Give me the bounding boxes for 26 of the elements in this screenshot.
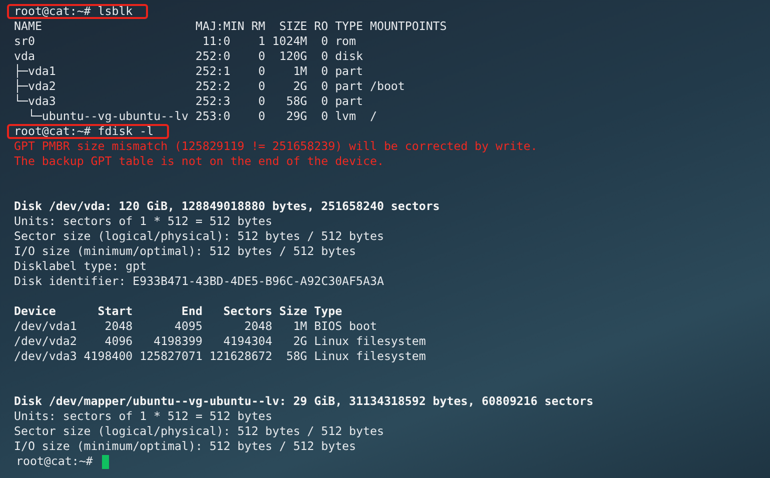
output-line: Sector size (logical/physical): 512 bytes / 512 bytes <box>13 229 384 244</box>
output-line: Disklabel type: gpt <box>13 259 147 274</box>
error-message: The backup GPT table is not on the end of the device. <box>13 154 384 169</box>
output-line: I/O size (minimum/optimal): 512 bytes / 512 bytes <box>13 439 356 454</box>
output-line: └─ubuntu--vg-ubuntu--lv 253:0 0 29G 0 lvm / <box>26 109 377 124</box>
output-line: /dev/vda1 2048 4095 2048 1M BIOS boot <box>13 319 377 334</box>
output-line: Disk identifier: E933B471-43BD-4DE5-B96C-A92C30AF5A3A <box>13 274 384 289</box>
output-line: Units: sectors of 1 * 512 = 512 bytes <box>13 409 272 424</box>
command-prompt: root@cat:~# <box>15 453 94 470</box>
output-line: Sector size (logical/physical): 512 bytes / 512 bytes <box>13 424 384 439</box>
highlighted-command: root@cat:~# lsblk <box>7 4 148 19</box>
output-line: I/O size (minimum/optimal): 512 bytes / 512 bytes <box>13 244 356 259</box>
output-line: Units: sectors of 1 * 512 = 512 bytes <box>13 214 272 229</box>
output-line: ├─vda1 252:1 0 1M 0 part <box>13 64 364 79</box>
output-line: /dev/vda2 4096 4198399 4194304 2G Linux filesystem <box>13 334 426 349</box>
highlighted-command: root@cat:~# fdisk -l <box>7 124 169 139</box>
output-line: └─vda3 252:3 0 58G 0 part <box>13 94 364 109</box>
output-heading: Disk /dev/vda: 120 GiB, 128849018880 bytes, 251658240 sectors <box>13 199 440 214</box>
output-heading: Device Start End Sectors Size Type <box>13 304 342 319</box>
output-line: NAME MAJ:MIN RM SIZE RO TYPE MOUNTPOINTS <box>13 19 447 34</box>
output-line: ├─vda2 252:2 0 2G 0 part /boot <box>13 79 405 94</box>
output-line: /dev/vda3 4198400 125827071 121628672 58G Linux filesystem <box>13 349 426 364</box>
output-heading: Disk /dev/mapper/ubuntu--vg-ubuntu--lv: 29 GiB, 31134318592 bytes, 60809216 sectors <box>13 394 594 409</box>
output-line: vda 252:0 0 120G 0 disk <box>13 49 364 64</box>
output-line: sr0 11:0 1 1024M 0 rom <box>13 34 356 49</box>
error-message: GPT PMBR size mismatch (125829119 != 251658239) will be corrected by write. <box>13 139 538 154</box>
